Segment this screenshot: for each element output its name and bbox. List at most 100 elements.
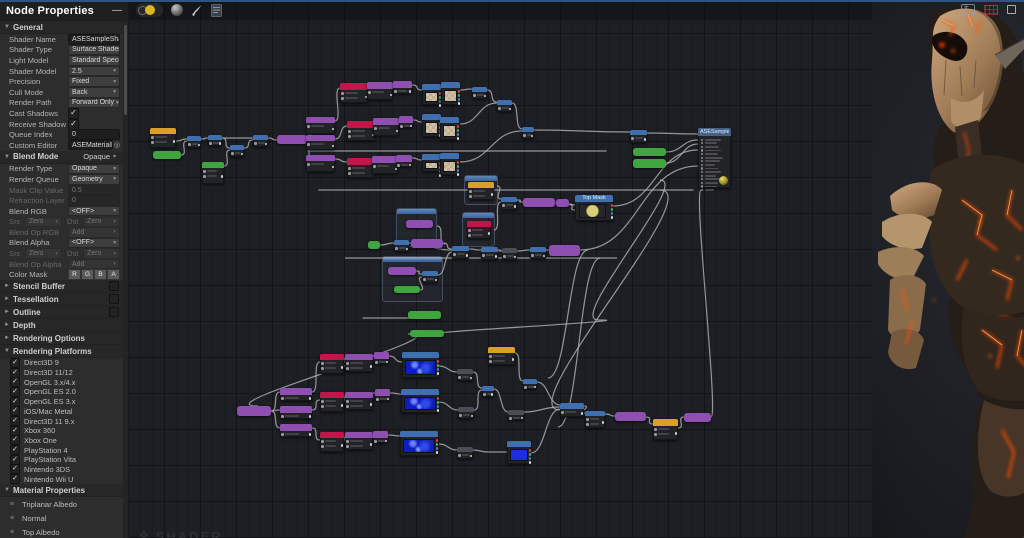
port-dot[interactable] [457, 165, 460, 168]
graph-node[interactable] [347, 158, 375, 178]
graph-node[interactable] [320, 392, 344, 412]
port-dot[interactable] [701, 185, 703, 187]
port-dot[interactable] [701, 164, 703, 166]
notes-icon[interactable] [211, 4, 222, 17]
graph-node[interactable] [468, 182, 494, 200]
checkbox[interactable]: ✓ [10, 426, 20, 436]
port-dot[interactable] [586, 423, 589, 426]
port-dot[interactable] [482, 254, 485, 257]
port-dot[interactable] [509, 417, 512, 420]
port-dot[interactable] [514, 205, 517, 208]
dropdown[interactable]: Standard Specul▾ [68, 55, 120, 66]
graph-node[interactable] [375, 389, 390, 401]
port-dot[interactable] [346, 405, 349, 408]
checkbox[interactable]: ✓ [10, 445, 20, 455]
port-dot[interactable] [489, 360, 492, 363]
port-dot[interactable] [436, 447, 439, 450]
section-checkbox[interactable] [109, 307, 119, 317]
colormask-button-a[interactable]: A [107, 269, 120, 280]
port-dot[interactable] [231, 152, 234, 155]
section-header-depth[interactable]: ►Depth [0, 319, 123, 332]
object-picker-icon[interactable]: ◎ [114, 141, 120, 149]
port-dot[interactable] [348, 172, 351, 175]
port-dot[interactable] [521, 417, 524, 420]
sphere-icon[interactable] [171, 4, 183, 16]
focus-plus-icon[interactable] [961, 4, 975, 15]
port-dot[interactable] [346, 362, 349, 365]
port-dot[interactable] [374, 440, 377, 443]
section-header-general[interactable]: ▼General [0, 21, 123, 34]
port-dot[interactable] [188, 143, 191, 146]
port-dot[interactable] [458, 376, 461, 379]
checkbox[interactable]: ✓ [10, 368, 20, 378]
section-header-tessellation[interactable]: ►Tessellation [0, 293, 123, 306]
port-dot[interactable] [281, 433, 284, 436]
port-dot[interactable] [529, 453, 532, 456]
checkbox[interactable]: ✓ [10, 464, 20, 474]
port-dot[interactable] [332, 166, 335, 169]
port-dot[interactable] [341, 97, 344, 100]
port-dot[interactable] [373, 165, 376, 168]
port-dot[interactable] [529, 449, 532, 452]
port-dot[interactable] [376, 398, 379, 401]
graph-node[interactable] [150, 128, 176, 148]
port-dot[interactable] [523, 134, 526, 137]
port-dot[interactable] [374, 127, 377, 130]
port-dot[interactable] [534, 386, 537, 389]
graph-node[interactable] [523, 198, 555, 207]
port-dot[interactable] [409, 164, 412, 167]
brush-icon[interactable] [191, 4, 203, 17]
port-dot[interactable] [468, 234, 471, 237]
graph-node[interactable] [372, 156, 398, 174]
graph-node[interactable] [345, 392, 373, 410]
port-dot[interactable] [458, 102, 461, 105]
dropdown[interactable]: 2.5▾ [68, 66, 120, 77]
graph-node[interactable] [585, 411, 605, 428]
graph-node[interactable] [411, 239, 443, 248]
graph-node[interactable] [549, 245, 580, 256]
port-dot[interactable] [470, 455, 473, 458]
text-field[interactable]: ASEMaterialIns [68, 140, 113, 151]
section-header-rendering-platforms[interactable]: ▼Rendering Platforms [0, 345, 123, 358]
port-dot[interactable] [437, 401, 440, 404]
graph-node[interactable] [482, 386, 494, 397]
graph-node[interactable] [340, 83, 368, 103]
port-dot[interactable] [307, 163, 310, 166]
colormask-button-b[interactable]: B [94, 269, 107, 280]
port-dot[interactable] [701, 149, 703, 151]
port-dot[interactable] [459, 414, 462, 417]
checkbox[interactable]: ✓ [10, 358, 20, 368]
port-dot[interactable] [348, 135, 351, 138]
graph-node[interactable] [277, 135, 307, 144]
checkbox[interactable]: ✓ [10, 435, 20, 445]
port-dot[interactable] [437, 372, 440, 375]
port-dot[interactable] [509, 108, 512, 111]
red-grid-icon[interactable] [984, 5, 998, 15]
port-dot[interactable] [387, 398, 390, 401]
port-dot[interactable] [396, 130, 399, 133]
material-property-row[interactable]: ≡Top Albedo [0, 525, 123, 538]
port-dot[interactable] [457, 137, 460, 140]
port-dot[interactable] [321, 400, 324, 403]
texture-node[interactable]: Top Mask [575, 195, 613, 221]
port-dot[interactable] [453, 253, 456, 256]
graph-node[interactable] [396, 155, 412, 167]
port-dot[interactable] [457, 161, 460, 164]
port-dot[interactable] [498, 107, 501, 110]
port-dot[interactable] [488, 232, 491, 235]
port-dot[interactable] [332, 128, 335, 131]
port-dot[interactable] [473, 94, 476, 97]
port-dot[interactable] [495, 255, 498, 258]
port-dot[interactable] [654, 433, 657, 436]
port-dot[interactable] [631, 137, 634, 140]
drag-handle-icon[interactable]: ≡ [10, 515, 17, 522]
section-checkbox[interactable] [109, 281, 119, 291]
port-dot[interactable] [368, 91, 371, 94]
graph-node[interactable] [345, 432, 373, 450]
port-dot[interactable] [543, 255, 546, 258]
graph-node[interactable] [481, 247, 498, 260]
graph-node[interactable] [237, 406, 271, 416]
graph-node[interactable] [488, 347, 515, 365]
port-dot[interactable] [654, 428, 657, 431]
port-dot[interactable] [203, 170, 206, 173]
